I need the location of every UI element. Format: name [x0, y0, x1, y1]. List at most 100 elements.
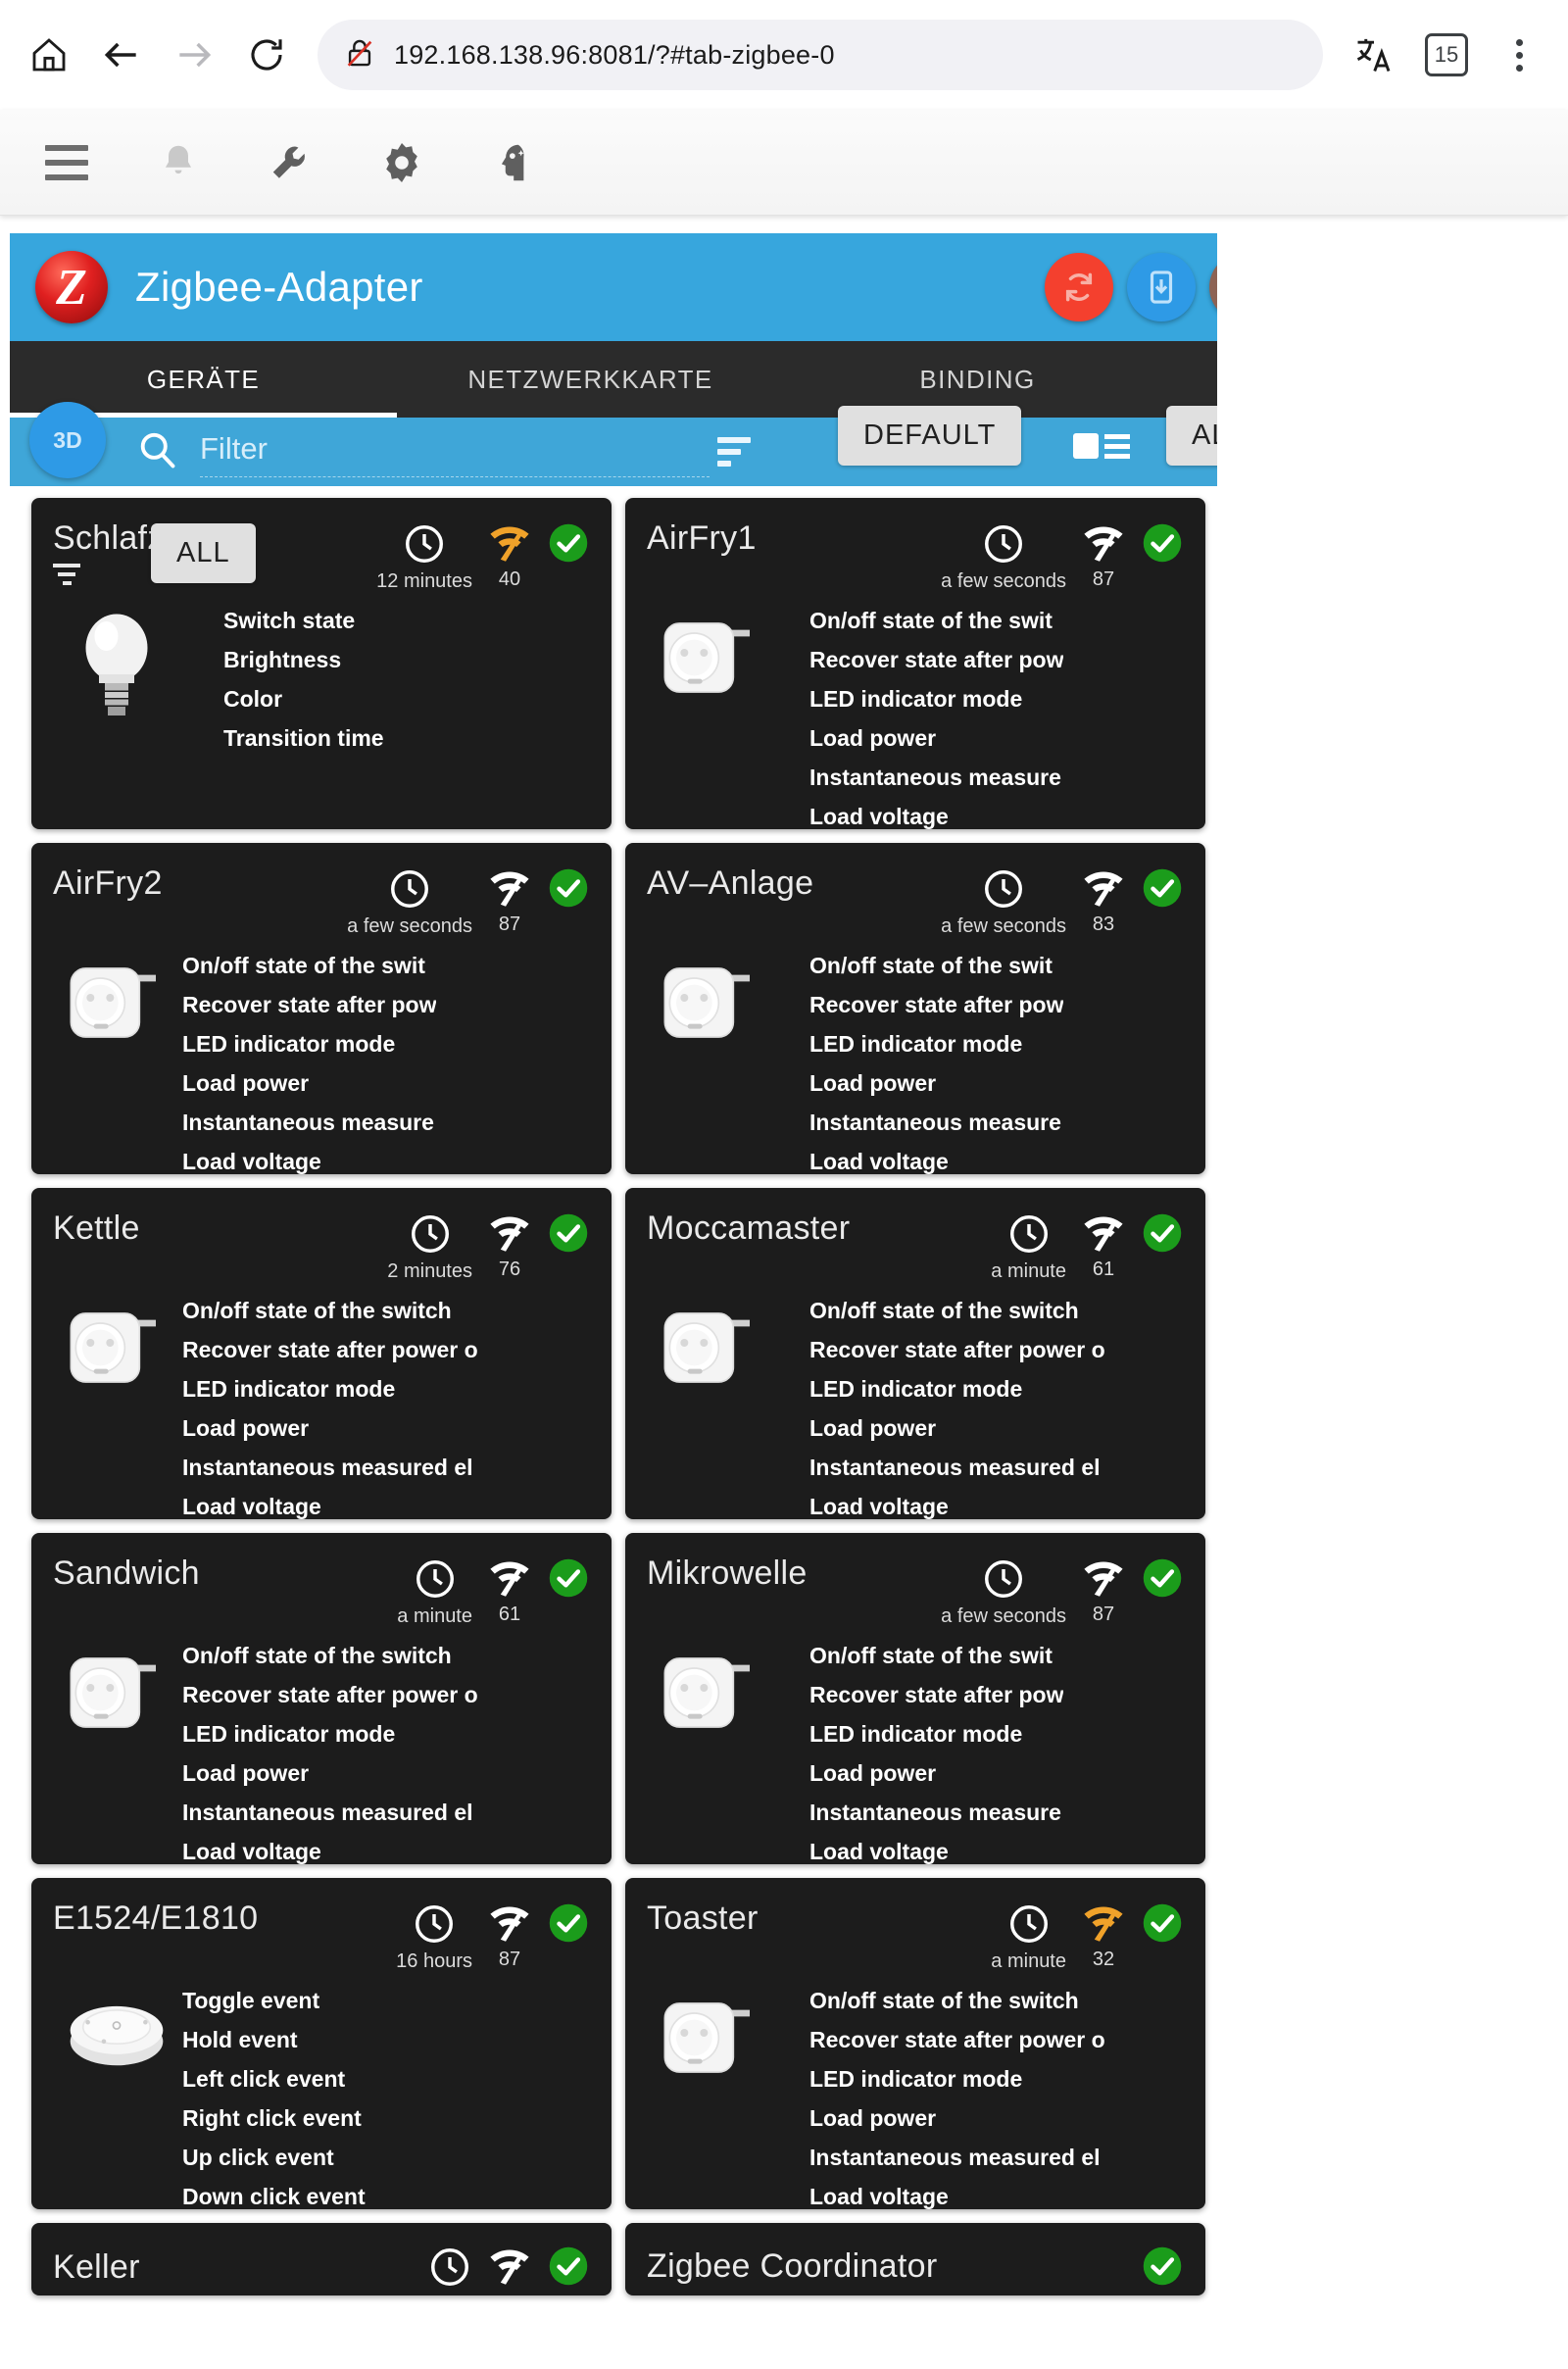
back-arrow-icon[interactable]	[94, 27, 149, 82]
sort-icon[interactable]	[717, 437, 751, 467]
device-attribute: Brightness	[223, 647, 342, 672]
device-attribute: Load power	[182, 1415, 310, 1441]
hamburger-menu-icon[interactable]	[39, 135, 94, 190]
device-attribute: On/off state of the switch	[182, 1298, 452, 1323]
device-name: Kettle	[53, 1209, 140, 1247]
device-attribute: Switch state	[223, 608, 356, 633]
device-name: AirFry1	[647, 519, 757, 557]
search-input[interactable]	[200, 426, 710, 477]
device-attribute: Instantaneous measured el	[809, 2145, 1101, 2170]
device-attribute: Load voltage	[182, 1839, 321, 1864]
tab-count-icon[interactable]: 15	[1419, 27, 1474, 82]
3d-view-button[interactable]: 3D	[29, 402, 106, 478]
link-quality-label: 61	[498, 1604, 521, 1625]
sort-tooltip: DEFAULT	[838, 406, 1022, 466]
device-attribute: LED indicator mode	[182, 1376, 396, 1402]
translate-icon[interactable]	[1347, 27, 1401, 82]
device-card[interactable]: Mikrowelle a few seconds 87 On/off state…	[625, 1533, 1205, 1864]
device-image-bulb-icon	[53, 601, 180, 758]
device-card[interactable]: AirFry1 a few seconds 87 On/off state of…	[625, 498, 1205, 829]
zigbee-logo-icon: Z	[35, 251, 108, 323]
device-attribute: Instantaneous measure	[809, 1110, 1061, 1135]
device-image-plug-icon	[53, 1636, 180, 1864]
head-profile-icon[interactable]	[486, 135, 541, 190]
card-view-icon[interactable]	[1073, 433, 1130, 459]
device-attribute: Instantaneous measured el	[182, 1800, 473, 1825]
last-seen-label: a few seconds	[941, 570, 1066, 592]
app-toolbar	[0, 110, 1568, 216]
gear-icon[interactable]	[374, 135, 429, 190]
signal-icon	[490, 2249, 529, 2285]
3d-label: 3D	[53, 426, 82, 453]
device-card[interactable]: Moccamaster a minute 61 On/off state of …	[625, 1188, 1205, 1519]
last-seen-label: 16 hours	[396, 1950, 472, 1972]
device-attribute: Instantaneous measured el	[809, 1455, 1101, 1480]
insecure-lock-icon	[343, 36, 376, 74]
device-attribute: Left click event	[182, 2066, 346, 2092]
clock-icon	[1009, 1905, 1048, 1943]
refresh-button[interactable]	[1045, 253, 1113, 321]
device-card[interactable]: AV–Anlage a few seconds 83 On/off state …	[625, 843, 1205, 1174]
menu-kebab-icon[interactable]	[1492, 27, 1546, 82]
device-attribute: LED indicator mode	[809, 1376, 1023, 1402]
device-attribute: On/off state of the switch	[809, 1298, 1079, 1323]
device-name: E1524/E1810	[53, 1900, 259, 1937]
clock-icon	[1009, 1215, 1048, 1253]
device-card[interactable]: E1524/E1810 16 hours 87 Toggle event Hol…	[31, 1878, 612, 2209]
device-card[interactable]: Toaster a minute 32 On/off state of the …	[625, 1878, 1205, 2209]
device-card[interactable]: Zigbee Coordinator	[625, 2223, 1205, 2295]
search-icon[interactable]	[135, 428, 178, 476]
device-attribute: Recover state after pow	[182, 992, 437, 1017]
device-name: Moccamaster	[647, 1209, 851, 1247]
device-card[interactable]: AirFry2 a few seconds 87 On/off state of…	[31, 843, 612, 1174]
device-card[interactable]: Schlafz 12 minutes 40 Switch state Brigh…	[31, 498, 612, 829]
device-image-plug-icon	[647, 1636, 774, 1864]
bell-icon[interactable]	[151, 135, 206, 190]
device-name: Zigbee Coordinator	[647, 2246, 938, 2285]
device-attribute: Instantaneous measure	[809, 765, 1061, 790]
clock-icon	[411, 1215, 449, 1253]
paired-check-icon	[549, 2246, 588, 2286]
device-image-plug-icon	[53, 946, 180, 1174]
device-image-remote-icon	[53, 1981, 180, 2209]
reload-icon[interactable]	[239, 27, 294, 82]
signal-icon	[490, 871, 529, 907]
link-quality-label: 87	[1092, 568, 1115, 590]
device-image-plug-icon	[647, 1981, 774, 2209]
signal-icon	[1084, 1216, 1123, 1252]
download-to-device-button[interactable]	[1127, 253, 1196, 321]
device-status: a few seconds 87	[941, 519, 1184, 593]
tab-netzwerkkarte[interactable]: NETZWERKKARTE	[397, 341, 784, 418]
paired-check-icon	[549, 523, 588, 563]
home-icon[interactable]	[22, 27, 76, 82]
signal-icon	[1084, 1906, 1123, 1942]
device-attribute: Transition time	[223, 725, 384, 751]
device-attribute: LED indicator mode	[809, 1721, 1023, 1747]
signal-icon	[1084, 526, 1123, 562]
paired-check-icon	[1143, 1213, 1182, 1253]
device-attribute: Recover state after power o	[182, 1682, 478, 1707]
device-attribute: Load voltage	[809, 1839, 949, 1864]
card-tooltip: ALL	[151, 523, 256, 583]
last-seen-label: 12 minutes	[376, 570, 472, 592]
paired-check-icon	[549, 1558, 588, 1598]
device-attribute: Recover state after power o	[182, 1337, 478, 1362]
signal-icon	[490, 526, 529, 562]
device-name: Mikrowelle	[647, 1555, 808, 1592]
page-title: Zigbee-Adapter	[135, 264, 423, 310]
device-attribute: Load voltage	[809, 1494, 949, 1519]
wrench-icon[interactable]	[263, 135, 318, 190]
device-attribute: Recover state after power o	[809, 1337, 1105, 1362]
device-attribute: On/off state of the swit	[809, 1643, 1053, 1668]
filter-funnel-icon[interactable]	[53, 564, 80, 585]
device-card[interactable]: Keller	[31, 2223, 612, 2295]
device-card[interactable]: Kettle 2 minutes 76 On/off state of the …	[31, 1188, 612, 1519]
forward-arrow-icon	[167, 27, 221, 82]
clock-icon	[416, 1905, 454, 1943]
last-seen-label: a few seconds	[941, 1605, 1066, 1627]
device-name: AV–Anlage	[647, 864, 814, 902]
url-bar[interactable]: 192.168.138.96:8081/?#tab-zigbee-0	[318, 20, 1323, 90]
device-attribute: On/off state of the swit	[809, 608, 1053, 633]
signal-icon	[1084, 1561, 1123, 1597]
device-card[interactable]: Sandwich a minute 61 On/off state of the…	[31, 1533, 612, 1864]
